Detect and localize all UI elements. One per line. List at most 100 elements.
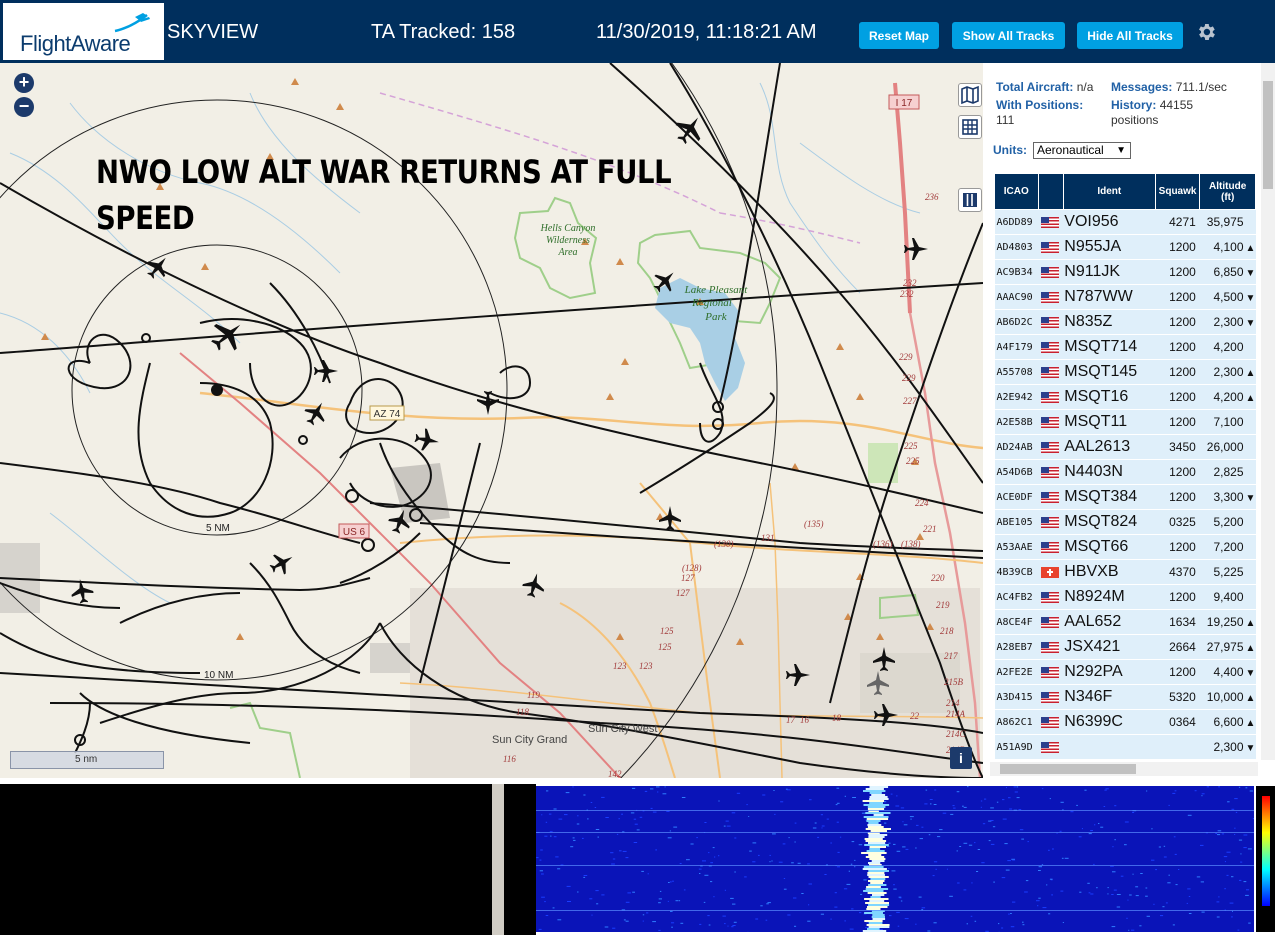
table-row[interactable]: A6DD89 VOI956 4271 35,975 — [994, 209, 1256, 235]
waterfall-signal — [869, 798, 889, 800]
waterfall-noise — [659, 890, 662, 892]
table-row[interactable]: A51A9D 2,300 ▼ — [994, 734, 1256, 759]
waterfall-noise — [670, 910, 673, 912]
waterfall-noise — [1151, 859, 1155, 861]
sidebar-vertical-scrollbar[interactable] — [1261, 63, 1275, 760]
col-header-ident[interactable]: Ident — [1062, 173, 1156, 210]
waterfall-noise — [1008, 913, 1010, 915]
table-row[interactable]: AB6D2C N835Z 1200 2,300 ▼ — [994, 309, 1256, 335]
place-lake-pleasant-2: Regional — [691, 297, 732, 309]
table-row[interactable]: A2FE2E N292PA 1200 4,400 ▼ — [994, 659, 1256, 685]
flag-usa-icon — [1041, 666, 1059, 678]
table-row[interactable]: AC4FB2 N8924M 1200 9,400 — [994, 584, 1256, 610]
waterfall-noise — [597, 836, 599, 838]
waterfall-noise — [910, 818, 912, 820]
waterfall-noise — [714, 856, 716, 858]
table-row[interactable]: AC9B34 N911JK 1200 6,850 ▼ — [994, 259, 1256, 285]
waterfall-noise — [916, 824, 919, 826]
hide-all-tracks-button[interactable]: Hide All Tracks — [1077, 22, 1183, 49]
cell-squawk: 4271 — [1155, 209, 1200, 235]
table-row[interactable]: A28EB7 JSX421 2664 27,975 ▲ — [994, 634, 1256, 660]
waterfall-noise — [666, 810, 670, 812]
cell-altitude: 7,100 — [1199, 409, 1256, 435]
cell-squawk: 1200 — [1155, 409, 1200, 435]
horizontal-scroll-thumb[interactable] — [1000, 764, 1136, 774]
table-row[interactable]: AD24AB AAL2613 3450 26,000 — [994, 434, 1256, 460]
aircraft-rows: A6DD89 VOI956 4271 35,975 AD4803 N955JA 1200 4,… — [994, 209, 1256, 759]
col-header-icao[interactable]: ICAO — [994, 173, 1039, 210]
altitude-value: 4,200 — [1213, 340, 1244, 354]
waterfall-noise — [650, 788, 654, 790]
gear-icon[interactable] — [1195, 21, 1217, 43]
waterfall-signal — [871, 916, 885, 918]
waterfall-signal — [869, 802, 883, 804]
cell-ident: MSQT384 — [1063, 484, 1156, 510]
waterfall-noise — [696, 837, 698, 839]
waterfall-noise — [1060, 890, 1064, 892]
waterfall-noise — [669, 830, 671, 832]
table-row[interactable]: AD4803 N955JA 1200 4,100 ▲ — [994, 234, 1256, 260]
col-header-altitude[interactable]: Altitude (ft) — [1199, 173, 1256, 210]
table-row[interactable]: A862C1 N6399C 0364 6,600 ▲ — [994, 709, 1256, 735]
waterfall-noise — [817, 836, 820, 838]
waterfall-noise — [583, 875, 588, 876]
table-row[interactable]: A8CE4F AAL652 1634 19,250 ▲ — [994, 609, 1256, 635]
show-all-tracks-button[interactable]: Show All Tracks — [952, 22, 1065, 49]
waterfall-signal — [863, 804, 890, 806]
units-selected-value: Aeronautical — [1037, 143, 1104, 157]
waterfall-noise — [765, 919, 768, 921]
aircraft-table-wrapper[interactable]: ICAO Ident Squawk Altitude (ft) A6DD89 VO… — [994, 173, 1256, 759]
zoom-out-button[interactable]: − — [14, 97, 34, 117]
cell-flag — [1038, 484, 1064, 510]
waterfall-noise — [1016, 797, 1020, 799]
waterfall-noise — [683, 889, 686, 891]
map-layers-button[interactable] — [958, 83, 982, 107]
waterfall-noise — [698, 868, 702, 870]
cell-ident: JSX421 — [1063, 634, 1156, 660]
cell-squawk: 4370 — [1155, 559, 1200, 585]
flag-usa-icon — [1041, 341, 1059, 353]
table-row[interactable]: A53AAE MSQT66 1200 7,200 — [994, 534, 1256, 560]
pane-splitter[interactable] — [492, 784, 504, 935]
cell-ident: N4403N — [1063, 459, 1156, 485]
table-row[interactable]: A4F179 MSQT714 1200 4,200 — [994, 334, 1256, 360]
waterfall-noise — [565, 792, 570, 794]
col-header-flag[interactable] — [1037, 173, 1064, 210]
altitude-value: 2,300 — [1213, 740, 1244, 754]
info-button[interactable]: i — [950, 747, 972, 769]
reset-map-button[interactable]: Reset Map — [859, 22, 939, 49]
map-view[interactable]: 5 NM 10 NM Hells Canyon Wilderness Area … — [0, 63, 983, 778]
waterfall-noise — [1240, 861, 1243, 863]
table-row[interactable]: 4B39CB HBVXB 4370 5,225 — [994, 559, 1256, 585]
vertical-scroll-thumb[interactable] — [1263, 81, 1273, 189]
waterfall-noise — [1218, 786, 1220, 788]
table-row[interactable]: A2E942 MSQT16 1200 4,200 ▲ — [994, 384, 1256, 410]
svg-text:16: 16 — [800, 715, 810, 725]
waterfall-noise — [1002, 799, 1005, 801]
sidebar-toggle-button[interactable] — [958, 188, 982, 212]
col-header-squawk[interactable]: Squawk — [1154, 173, 1201, 210]
waterfall-noise — [1128, 929, 1130, 931]
grid-toggle-button[interactable] — [958, 115, 982, 139]
table-row[interactable]: A2E58B MSQT11 1200 7,100 — [994, 409, 1256, 435]
table-row[interactable]: A54D6B N4403N 1200 2,825 — [994, 459, 1256, 485]
waterfall-noise — [1155, 869, 1157, 871]
zoom-in-button[interactable]: + — [14, 73, 34, 93]
waterfall-noise — [980, 800, 983, 802]
waterfall-noise — [797, 862, 801, 864]
table-row[interactable]: ACE0DF MSQT384 1200 3,300 ▼ — [994, 484, 1256, 510]
waterfall-noise — [671, 922, 675, 924]
waterfall-signal — [870, 896, 881, 898]
waterfall-noise — [830, 918, 832, 920]
sidebar-horizontal-scrollbar[interactable] — [990, 762, 1258, 776]
waterfall-noise — [724, 923, 726, 925]
table-row[interactable]: A3D415 N346F 5320 10,000 ▲ — [994, 684, 1256, 710]
table-row[interactable]: AAAC90 N787WW 1200 4,500 ▼ — [994, 284, 1256, 310]
table-row[interactable]: ABE105 MSQT824 0325 5,200 — [994, 509, 1256, 535]
table-row[interactable]: A55708 MSQT145 1200 2,300 ▲ — [994, 359, 1256, 385]
units-dropdown[interactable]: Aeronautical ▼ — [1033, 142, 1131, 159]
flightaware-logo[interactable]: FlightAware — [3, 3, 164, 60]
altitude-value: 26,000 — [1206, 440, 1244, 454]
waterfall-noise — [814, 822, 817, 824]
waterfall-noise — [952, 805, 955, 807]
